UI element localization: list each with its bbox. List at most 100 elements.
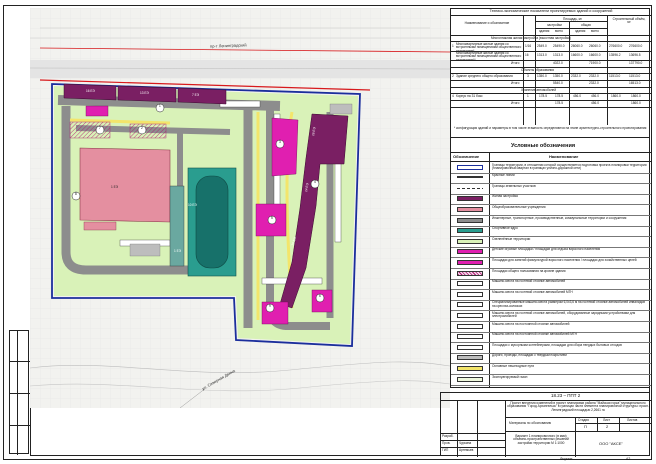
legend-swatch — [457, 376, 483, 382]
legend-item-label: Машино-места на постоянной стоянке автом… — [492, 321, 570, 326]
col-name: Наименование и обозначение — [464, 21, 510, 25]
legend-item-label: Жилая застройка — [492, 194, 518, 199]
legend-col-name: Наименование — [549, 154, 579, 159]
tep-cell: 178.5 — [555, 94, 563, 98]
legend-item-label: Машино-места на постоянной стоянке автом… — [492, 332, 577, 337]
building-label: 1 ЕЭ — [174, 249, 182, 253]
legend: Условные обозначения Обозначение Наимено… — [450, 138, 651, 388]
legend-item-label: Детские игровые площадки / площадки для … — [492, 247, 601, 252]
building-label: 13 ЕЭ — [140, 91, 149, 95]
tep-cell: 276600.0 — [629, 44, 643, 48]
tep-row-total: Итого — [511, 81, 520, 85]
tep-cell: 26060.0 — [571, 44, 583, 48]
legend-item-label: Инженерные, транспортные, производственн… — [492, 215, 627, 220]
plan-number: 6 — [319, 294, 321, 298]
legend-item-label: Машино-места на гостевой стоянке автомоб… — [492, 289, 573, 294]
tep-cell: 1313.0 — [553, 53, 563, 57]
legend-item-label: Площадки с мусорными контейнерами, площа… — [492, 342, 622, 347]
tep-cell: 276600.0 — [609, 44, 623, 48]
tep-cell: 5540.0 — [553, 81, 563, 85]
legend-swatch — [457, 196, 483, 202]
sub-col: здания — [575, 29, 586, 33]
stage-value: П — [584, 424, 587, 429]
legend-item-label: Основные пешеходные пути — [492, 363, 535, 368]
tep-cell: 1860.0 — [611, 94, 621, 98]
legend-item-label: Площадки для занятий физкультурой взросл… — [492, 257, 637, 262]
tep-section: Хранение автомобилей — [521, 88, 556, 92]
organization: ООО "АКСЕ" — [599, 441, 623, 446]
tep-cell: 1 — [527, 94, 529, 98]
legend-item-label: Границы территории, в отношении которой … — [492, 162, 647, 170]
tep-cell: 456.0 — [573, 94, 581, 98]
legend-title: Условные обозначения — [511, 143, 576, 149]
plan-number: 7 — [99, 126, 101, 130]
tep-row-total: Итого — [511, 61, 520, 65]
tep-cell: 4022.0 — [553, 61, 563, 65]
legend-swatch — [457, 291, 483, 297]
tep-section: Объекты образования — [521, 68, 555, 72]
sheet-header: Лист — [603, 418, 610, 422]
legend-swatch — [457, 176, 483, 179]
role: Разраб. — [442, 434, 454, 438]
tep-cell: 1313.0 — [537, 53, 547, 57]
signer-name: Артемьев — [459, 448, 474, 452]
tep-cell: 16513.0 — [629, 81, 641, 85]
legend-swatch — [457, 238, 483, 244]
legend-item-label: Эксплуатируемый газон — [492, 374, 528, 379]
legend-swatch — [457, 302, 483, 308]
format-value: А2 — [626, 457, 631, 461]
master-plan — [30, 8, 450, 408]
stage-header: Стадия — [578, 418, 589, 422]
legend-item-label: Машино-места на гостевой стоянке автомоб… — [492, 279, 566, 284]
legend-swatch — [457, 365, 483, 371]
tep-cell: 2332.0 — [589, 81, 599, 85]
plan-number: 8 — [75, 192, 77, 196]
tep-table: Технико-экономические показатели проекти… — [450, 8, 651, 138]
tep-note: * конфигурация зданий и параметры в том … — [454, 126, 647, 130]
tep-cell: 2549.0 — [537, 44, 547, 48]
tep-cell: 16 — [525, 53, 529, 57]
tep-section: Многоэтажная жилая застройка (высотная з… — [491, 36, 571, 40]
col-total: общая — [581, 23, 591, 27]
legend-swatch — [457, 187, 483, 189]
project-title: Проект внесения изменений в проект плани… — [507, 401, 649, 412]
tep-cell: 2332.0 — [589, 74, 599, 78]
tep-cell: 13596.2 — [609, 53, 621, 57]
tep-cell: 16600.0 — [571, 53, 583, 57]
legend-swatch — [457, 334, 483, 340]
format-label: Формат — [560, 457, 573, 461]
tep-cell: 11513.0 — [629, 74, 641, 78]
plan-number: 1 — [159, 104, 161, 108]
tep-cell: 1860.0 — [631, 101, 641, 105]
tep-cell: 26060.0 — [589, 44, 601, 48]
sheet-value: 2 — [606, 424, 609, 429]
legend-item-label: Специализированные машино-места размером… — [492, 300, 645, 308]
tep-cell: 13696.5 — [629, 53, 641, 57]
title-block: 18.23 – ППТ 2 Проект внесения изменений … — [440, 392, 651, 457]
legend-swatch — [457, 206, 483, 212]
sub-col: здания — [539, 29, 550, 33]
building-label: 7 ЕЭ — [192, 93, 200, 97]
tep-cell: 1350.0 — [553, 74, 563, 78]
tep-row-num: 2 — [452, 74, 454, 78]
legend-swatch — [457, 312, 483, 318]
tep-row-name: Корпус на 31 бокс — [456, 94, 483, 98]
tep-cell: 1860.0 — [631, 94, 641, 98]
tep-row-total: Итого — [511, 101, 520, 105]
tep-cell: 1/16 — [525, 44, 532, 48]
legend-swatch — [457, 259, 483, 265]
legend-swatch — [457, 344, 483, 350]
tep-title: Технико-экономические показатели проекти… — [489, 9, 613, 13]
drawing-code: 18.23 – ППТ 2 — [551, 393, 581, 398]
legend-swatch — [457, 228, 483, 234]
tep-cell: 2332.0 — [571, 74, 581, 78]
signer-name: Чуркина — [459, 441, 472, 445]
role: Пров. — [442, 441, 451, 445]
plan-number: 2 — [141, 126, 143, 130]
side-stamp — [9, 330, 30, 455]
legend-item-label: Дороги, проезды, площадки с твердым покр… — [492, 353, 567, 358]
tep-cell: 3 — [527, 74, 529, 78]
legend-item-label: Границы земельных участков — [492, 183, 536, 188]
plan-number: 9 — [269, 304, 271, 308]
legend-swatch — [457, 164, 483, 170]
